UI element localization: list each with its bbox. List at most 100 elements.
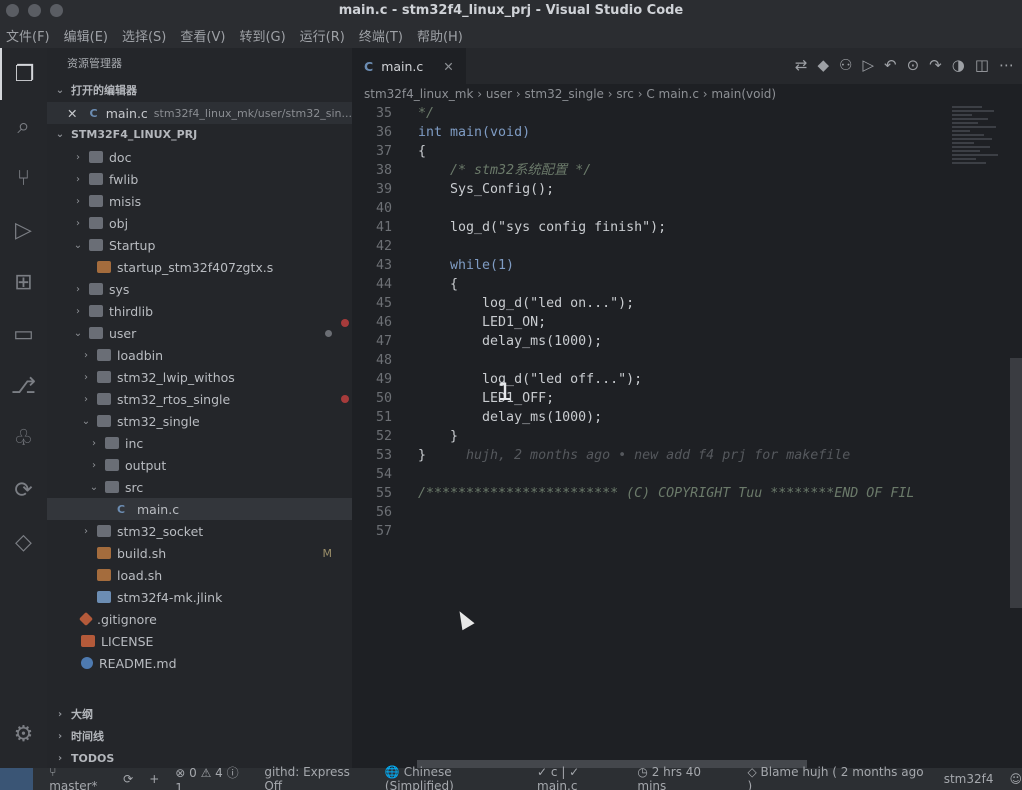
tree-item-readme[interactable]: README.md (47, 652, 352, 674)
folder-icon (97, 371, 111, 383)
time-tracker[interactable]: ◷ 2 hrs 40 mins (637, 765, 731, 790)
tree-item-load-sh[interactable]: load.sh (47, 564, 352, 586)
forward-icon[interactable]: ↷ (929, 56, 942, 74)
menu-edit[interactable]: 编辑(E) (64, 26, 108, 45)
tree-item-loadbin[interactable]: › loadbin (47, 344, 352, 366)
menu-file[interactable]: 文件(F) (6, 26, 50, 45)
tree-item-stm32-lwip-withos[interactable]: › stm32_lwip_withos (47, 366, 352, 388)
tree-item-main-c[interactable]: Cmain.c (47, 498, 352, 520)
breadcrumb-item[interactable]: src (616, 87, 634, 101)
tab-main-c[interactable]: C main.c ✕ (352, 48, 466, 84)
git-icon[interactable]: ◆ (817, 56, 829, 74)
search-icon[interactable]: ⌕ (0, 100, 47, 152)
license-file-icon (81, 635, 95, 647)
extensions-icon[interactable]: ⊞ (0, 256, 47, 308)
menu-go[interactable]: 转到(G) (239, 26, 285, 45)
tree-item-license[interactable]: LICENSE (47, 630, 352, 652)
toggle-icon[interactable]: ◑ (952, 56, 965, 74)
explorer-icon[interactable]: ❐ (0, 48, 47, 100)
project-section[interactable]: ⌄ STM32F4_LINUX_PRJ (47, 124, 352, 146)
open-editors-section[interactable]: ⌄ 打开的编辑器 (47, 80, 352, 102)
back-icon[interactable]: ↶ (884, 56, 897, 74)
code-line: 56 (375, 505, 392, 520)
maximize-window-button[interactable] (50, 4, 63, 17)
outline-section[interactable]: › 大纲 (47, 704, 352, 726)
tag-icon[interactable]: ◇ (0, 516, 47, 568)
chevron-right-icon: › (76, 305, 80, 317)
feedback-icon[interactable]: ☺ (1009, 772, 1022, 786)
tree-icon[interactable]: ♧ (0, 412, 47, 464)
remote-indicator[interactable] (0, 768, 34, 790)
lang-mode-indicator[interactable]: ✓ c | ✓ main.c (537, 765, 621, 790)
run-icon[interactable]: ▷ (862, 56, 874, 74)
close-icon[interactable]: ✕ (443, 59, 453, 74)
sync-icon[interactable]: ⟳ (123, 772, 133, 786)
tree-item-doc[interactable]: › doc (47, 146, 352, 168)
tree-item-stm32-rtos-single[interactable]: › stm32_rtos_single (47, 388, 352, 410)
chevron-right-icon: › (84, 371, 88, 383)
timeline-section[interactable]: › 时间线 (47, 726, 352, 748)
chevron-down-icon: ⌄ (73, 327, 83, 339)
add-icon[interactable]: + (149, 772, 159, 786)
compare-icon[interactable]: ⇄ (795, 56, 808, 74)
tree-item-fwlib[interactable]: › fwlib (47, 168, 352, 190)
run-debug-icon[interactable]: ▷ (0, 204, 47, 256)
tree-item-stm32-socket[interactable]: › stm32_socket (47, 520, 352, 542)
close-icon[interactable]: ✕ (67, 106, 77, 121)
tree-item-src[interactable]: ⌄ src (47, 476, 352, 498)
menu-view[interactable]: 查看(V) (180, 26, 225, 45)
project-indicator[interactable]: stm32f4 (944, 772, 994, 786)
problems-indicator[interactable]: ⊗ 0 ⚠ 4 ⓘ 1 (175, 764, 248, 790)
close-window-button[interactable] (6, 4, 19, 17)
tree-item-sys[interactable]: › sys (47, 278, 352, 300)
tree-item-misis[interactable]: › misis (47, 190, 352, 212)
code-editor[interactable]: 35 */ 36 int main(void) 37{ 38 /* stm32系统配… (341, 104, 952, 541)
tree-item-output[interactable]: › output (47, 454, 352, 476)
remote-explorer-icon[interactable]: ▭ (0, 308, 47, 360)
modified-dot (325, 329, 332, 337)
blame-indicator[interactable]: ◇ Blame hujh ( 2 months ago ) (747, 765, 927, 790)
tree-item-user[interactable]: ⌄ user (47, 322, 352, 344)
branch-indicator[interactable]: ⑂ master* (49, 765, 107, 790)
menu-bar: 文件(F) 编辑(E) 选择(S) 查看(V) 转到(G) 运行(R) 终端(T… (0, 22, 1022, 48)
window-controls[interactable] (6, 4, 63, 17)
code-line: 45 log_d("led on..."); (375, 296, 635, 311)
minimap[interactable] (952, 104, 1002, 214)
tree-item-inc[interactable]: › inc (47, 432, 352, 454)
git-lens-icon[interactable]: ⚇ (839, 56, 852, 74)
circle-dot-icon[interactable]: ⊙ (907, 56, 920, 74)
tree-item-obj[interactable]: › obj (47, 212, 352, 234)
settings-gear-icon[interactable]: ⚙ (0, 708, 47, 760)
folder-open-icon (97, 415, 111, 427)
menu-run[interactable]: 运行(R) (300, 26, 345, 45)
breadcrumb-item[interactable]: C main.c (646, 87, 699, 101)
breakpoint-icon[interactable] (341, 319, 349, 327)
open-editor-item[interactable]: ✕ C main.c stm32f4_linux_mk/user/stm32_s… (47, 102, 352, 124)
git-graph-icon[interactable]: ⎇ (0, 360, 47, 412)
status-bar: ⑂ master* ⟳ + ⊗ 0 ⚠ 4 ⓘ 1 githd: Express… (0, 765, 1022, 790)
githd-indicator[interactable]: githd: Express Off (264, 765, 369, 790)
sync-icon[interactable]: ⟳ (0, 464, 47, 516)
tree-item-startup[interactable]: ⌄ Startup (47, 234, 352, 256)
split-editor-icon[interactable]: ◫ (975, 56, 989, 74)
tree-item-jlink[interactable]: stm32f4-mk.jlink (47, 586, 352, 608)
source-control-icon[interactable]: ⑂ (0, 152, 47, 204)
tree-item-gitignore[interactable]: .gitignore (47, 608, 352, 630)
tree-item-thirdlib[interactable]: › thirdlib (47, 300, 352, 322)
tree-item-startup-file[interactable]: startup_stm32f407zgtx.s (47, 256, 352, 278)
vertical-scrollbar[interactable] (1010, 358, 1022, 608)
menu-terminal[interactable]: 终端(T) (359, 26, 403, 45)
breadcrumb-item[interactable]: stm32f4_linux_mk (364, 87, 473, 101)
breadcrumb-item[interactable]: main(void) (711, 87, 776, 101)
tree-item-stm32-single[interactable]: ⌄ stm32_single (47, 410, 352, 432)
breakpoint-icon[interactable] (341, 395, 349, 403)
breadcrumb-item[interactable]: stm32_single (524, 87, 603, 101)
more-actions-icon[interactable]: ⋯ (999, 56, 1014, 74)
menu-help[interactable]: 帮助(H) (417, 26, 463, 45)
breadcrumb-item[interactable]: user (486, 87, 512, 101)
tree-item-build-sh[interactable]: build.sh M (47, 542, 352, 564)
language-indicator[interactable]: 🌐 Chinese (Simplified) (385, 765, 521, 790)
explorer-title: 资源管理器 (67, 57, 122, 70)
minimize-window-button[interactable] (28, 4, 41, 17)
menu-selection[interactable]: 选择(S) (122, 26, 166, 45)
